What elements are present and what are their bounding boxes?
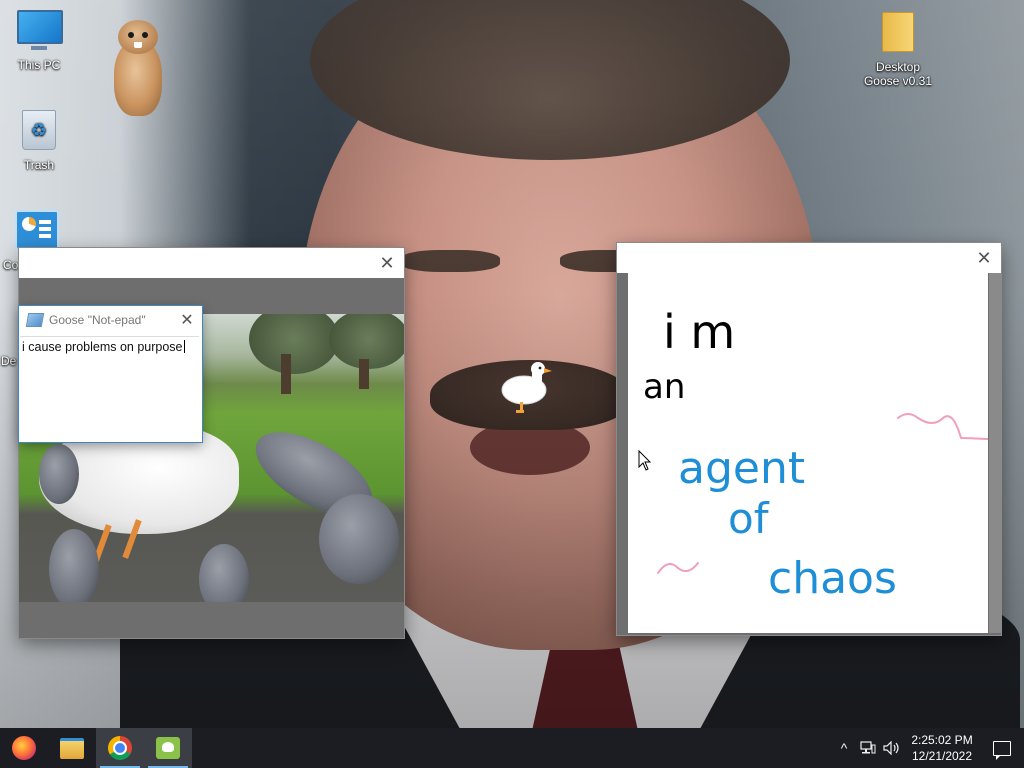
chrome-icon [108, 736, 132, 760]
doodle-close-button[interactable]: ✕ [969, 243, 999, 273]
volume-icon[interactable] [880, 728, 904, 768]
system-tray: ^ 2:25:02 PM 12/21/2022 [832, 728, 1024, 768]
gif-viewer-titlebar[interactable]: ✕ [19, 248, 404, 278]
network-icon[interactable] [856, 728, 880, 768]
text-caret [183, 340, 185, 353]
taskbar-file-explorer[interactable] [48, 728, 96, 768]
gopher-icon[interactable] [108, 20, 168, 120]
pink-scribble-bottom [657, 562, 699, 574]
clock-date: 12/21/2022 [911, 749, 973, 763]
folder-icon [876, 12, 920, 56]
doodle-line-1: i m [663, 305, 735, 359]
doodle-window[interactable]: ✕ i m an agent of chaos [617, 243, 1001, 635]
recycle-bin-icon: ♻ [17, 110, 61, 154]
clock-time: 2:25:02 PM [911, 733, 973, 747]
taskbar-clock[interactable]: 2:25:02 PM 12/21/2022 [904, 732, 980, 764]
notepad-text: i cause problems on purpose [22, 340, 183, 354]
desktop-icon-this-pc[interactable]: This PC [1, 10, 77, 72]
doodle-scrollbar[interactable] [989, 273, 1001, 633]
doodle-body: i m an agent of chaos [617, 273, 1001, 635]
notepad-window[interactable]: Goose "Not-epad" ✕ i cause problems on p… [19, 306, 202, 442]
doodle-line-5: chaos [768, 553, 897, 604]
goose-sprite-icon[interactable] [498, 360, 554, 416]
doodle-line-2: an [643, 367, 685, 407]
taskbar-firefox[interactable] [0, 728, 48, 768]
file-explorer-icon [60, 737, 84, 759]
firefox-icon [12, 736, 36, 760]
desktop-icon-label: De [1, 354, 17, 368]
doodle-line-3: agent [678, 443, 805, 494]
desktop-icon-partial[interactable]: De [1, 354, 21, 368]
notepad-title: Goose "Not-epad" [49, 313, 146, 327]
notepad-close-button[interactable]: ✕ [176, 308, 198, 332]
gif-viewer-close-button[interactable]: ✕ [372, 248, 402, 278]
action-center-button[interactable] [980, 728, 1024, 768]
taskbar: ^ 2:25:02 PM 12/21/2022 [0, 728, 1024, 768]
desktop-icon-trash[interactable]: ♻ Trash [1, 110, 77, 172]
desktop-icon-label: Desktop Goose v0.31 [863, 60, 933, 88]
notepad-icon [25, 313, 45, 327]
doodle-line-4: of [728, 494, 770, 543]
notepad-titlebar[interactable]: Goose "Not-epad" ✕ [19, 306, 202, 334]
desktop-icon-label: Trash [23, 158, 55, 172]
computer-icon [17, 10, 63, 54]
doodle-canvas: i m an agent of chaos [628, 273, 988, 633]
pink-scribble-top [897, 413, 988, 441]
desktop-icon-goose-folder[interactable]: Desktop Goose v0.31 [858, 12, 938, 88]
goose-app-icon [156, 737, 180, 759]
taskbar-chrome[interactable] [96, 728, 144, 768]
mouse-cursor-icon [638, 450, 652, 471]
doodle-titlebar[interactable]: ✕ [617, 243, 1001, 273]
notification-icon [993, 740, 1011, 760]
desktop-icon-label: This PC [17, 58, 61, 72]
taskbar-desktop-goose[interactable] [144, 728, 192, 768]
show-hidden-icons-chevron-icon[interactable]: ^ [832, 728, 856, 768]
notepad-text-area[interactable]: i cause problems on purpose [20, 336, 199, 440]
